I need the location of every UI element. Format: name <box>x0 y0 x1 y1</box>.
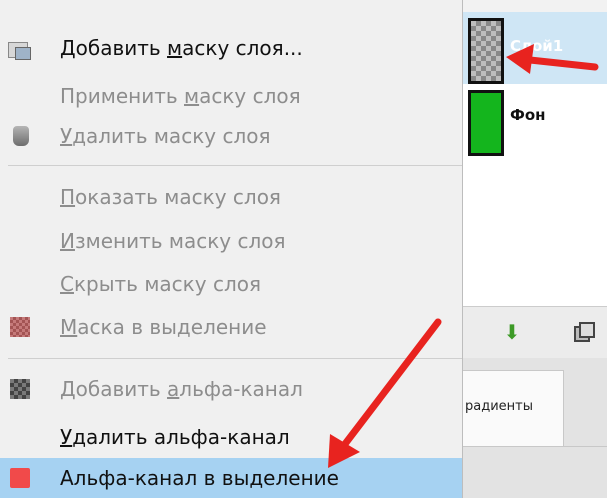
layer-name: Фон <box>510 106 546 124</box>
layer-row-2[interactable]: Фон <box>462 84 607 158</box>
layer-name: Слой1 <box>510 37 564 55</box>
menu-item-remove-alpha-channel[interactable]: Удалить альфа-канал <box>0 417 462 457</box>
layer-context-menu: Добавить маску слоя... Применить маску с… <box>0 0 463 498</box>
menu-item-alpha-to-selection[interactable]: Альфа-канал в выделение <box>0 458 462 498</box>
delete-mask-icon <box>13 126 29 146</box>
duplicate-layer-icon[interactable] <box>574 322 595 342</box>
menu-separator <box>8 165 462 166</box>
menu-item-show-layer-mask[interactable]: Показать маску слоя <box>0 177 462 217</box>
menu-item-add-layer-mask[interactable]: Добавить маску слоя... <box>0 28 462 68</box>
menu-item-disable-layer-mask[interactable]: Скрыть маску слоя <box>0 264 462 304</box>
menu-item-delete-layer-mask[interactable]: Удалить маску слоя <box>0 116 462 156</box>
layers-list-empty-area <box>462 158 607 306</box>
layer-row-1[interactable]: Слой1 <box>462 12 607 86</box>
tab-gradients[interactable]: радиенты <box>454 370 564 446</box>
add-alpha-icon <box>10 379 30 399</box>
layers-panel: Слой1 Фон ⬇ радиенты <box>454 0 607 498</box>
menu-item-add-alpha-channel[interactable]: Добавить альфа-канал <box>0 369 462 409</box>
layer-thumbnail <box>468 90 504 156</box>
divider <box>454 446 607 447</box>
layers-toolbar: ⬇ <box>462 306 607 359</box>
alpha-to-selection-icon <box>10 468 30 488</box>
layer-thumbnail <box>468 18 504 84</box>
menu-item-edit-layer-mask[interactable]: Изменить маску слоя <box>0 221 462 261</box>
dock-tabs: радиенты <box>454 358 607 498</box>
add-mask-icon <box>8 42 32 60</box>
menu-separator <box>8 358 462 359</box>
menu-item-apply-layer-mask[interactable]: Применить маску слоя <box>0 76 462 116</box>
mask-to-selection-icon <box>10 317 30 337</box>
menu-item-mask-to-selection[interactable]: Маска в выделение <box>0 307 462 347</box>
lower-layer-icon[interactable]: ⬇ <box>502 322 522 342</box>
